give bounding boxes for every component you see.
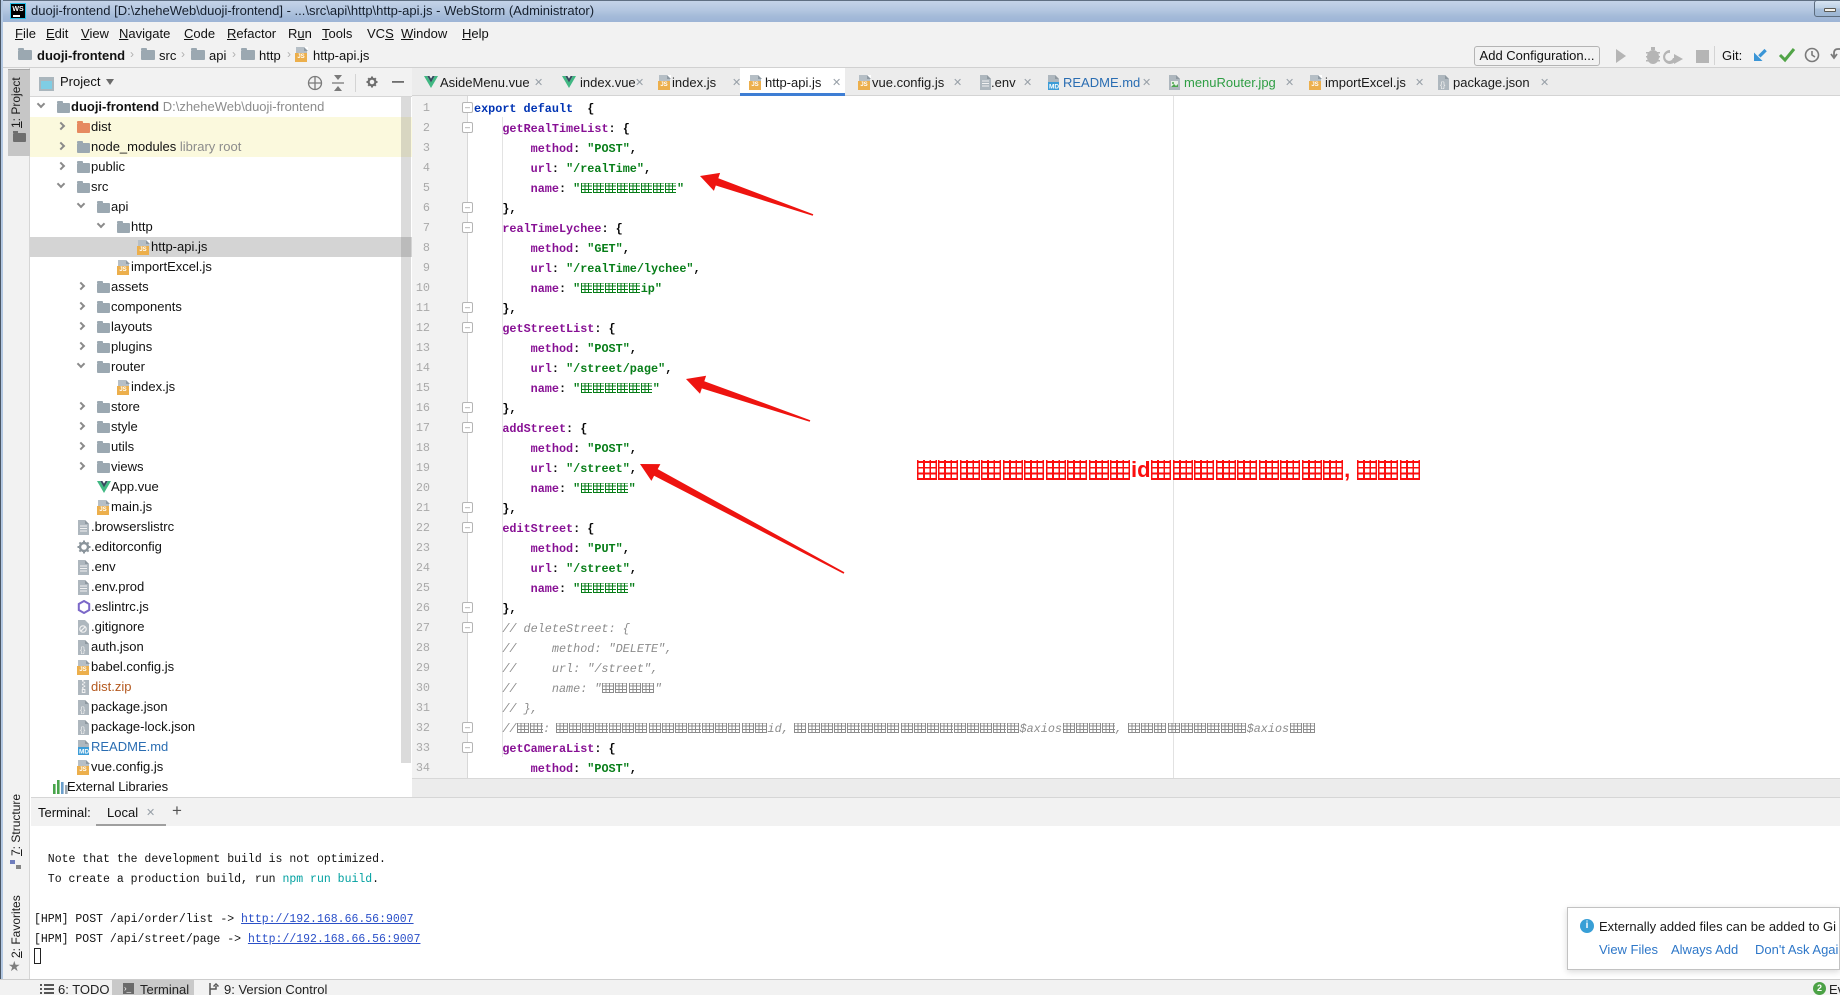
svg-text:MD: MD [79,749,89,756]
svg-text:{}: {} [1440,81,1446,90]
svg-text:{}: {} [80,726,86,735]
svg-text:{}: {} [80,706,86,715]
svg-text:MD: MD [1049,84,1059,91]
svg-text:{}: {} [80,646,86,655]
